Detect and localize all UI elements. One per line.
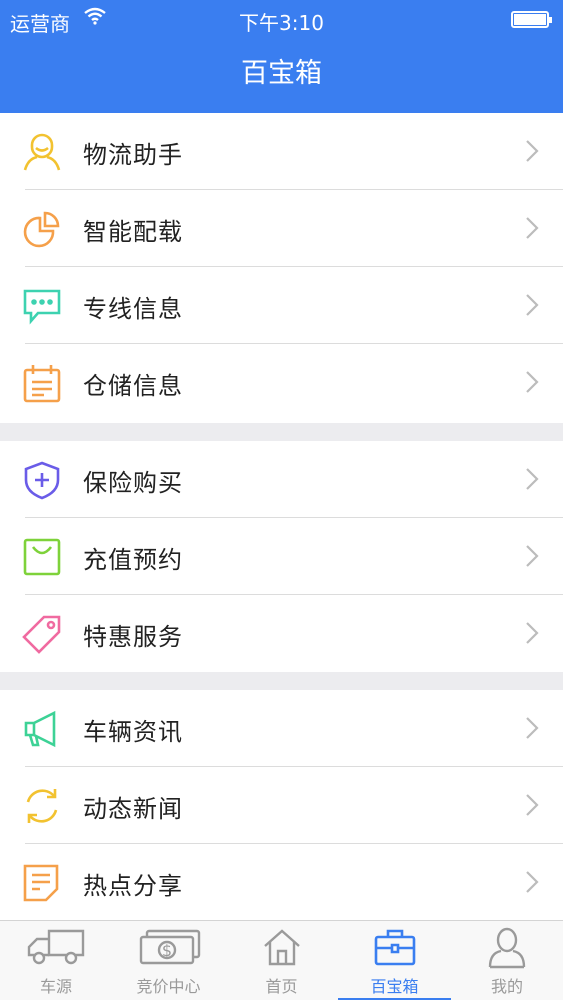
clock: 下午3:10 (239, 11, 324, 35)
tab-bidding-center[interactable]: $ 竞价中心 (112, 921, 225, 1000)
menu-item-label: 智能配载 (83, 218, 183, 246)
user-icon (487, 927, 527, 973)
tab-bar: 车源 $ 竞价中心 首页 百宝箱 我的 (0, 920, 563, 1000)
menu-item-insurance[interactable]: 保险购买 (0, 441, 563, 518)
menu-item-news[interactable]: 动态新闻 (0, 767, 563, 844)
money-icon: $ (137, 927, 201, 971)
person-icon (22, 132, 62, 172)
chevron-right-icon (525, 293, 539, 317)
tab-car-source[interactable]: 车源 (0, 921, 112, 1000)
tab-label: 我的 (490, 977, 523, 996)
home-icon (262, 927, 302, 971)
chevron-right-icon (525, 544, 539, 568)
toolbox-icon (373, 927, 417, 971)
menu-item-line-info[interactable]: 专线信息 (0, 267, 563, 344)
chevron-right-icon (525, 467, 539, 491)
tab-home[interactable]: 首页 (225, 921, 338, 1000)
page-title: 百宝箱 (241, 58, 322, 89)
truck-icon (25, 927, 87, 971)
chevron-right-icon (525, 621, 539, 645)
tag-icon (22, 614, 62, 654)
chevron-right-icon (525, 370, 539, 394)
menu-item-label: 保险购买 (83, 469, 183, 497)
menu-item-vehicle-info[interactable]: 车辆资讯 (0, 690, 563, 767)
menu-item-label: 充值预约 (83, 546, 183, 574)
pie-chart-icon (22, 209, 62, 249)
menu-section-tools: 物流助手 智能配载 专线信息 仓储信息 (0, 113, 563, 423)
tab-label: 首页 (265, 977, 298, 996)
menu-item-smart-loading[interactable]: 智能配载 (0, 190, 563, 267)
battery-icon (511, 11, 552, 28)
tab-mine[interactable]: 我的 (451, 921, 563, 1000)
menu-item-label: 动态新闻 (83, 795, 183, 823)
navigation-bar: 百宝箱 (0, 40, 563, 113)
tab-toolbox[interactable]: 百宝箱 (338, 921, 451, 1000)
chevron-right-icon (525, 793, 539, 817)
status-bar: 运营商 下午3:10 (0, 0, 563, 40)
menu-item-label: 仓储信息 (83, 372, 183, 400)
menu-section-services: 保险购买 充值预约 特惠服务 (0, 441, 563, 672)
shopping-bag-icon (22, 537, 62, 577)
tab-label: 竞价中心 (136, 977, 201, 996)
tab-label: 百宝箱 (370, 977, 419, 996)
menu-item-label: 物流助手 (83, 141, 183, 169)
menu-item-label: 热点分享 (83, 872, 183, 900)
menu-item-label: 专线信息 (83, 295, 183, 323)
menu-item-hot-share[interactable]: 热点分享 (0, 844, 563, 921)
calendar-icon (22, 363, 62, 403)
menu-item-label: 特惠服务 (83, 623, 183, 651)
note-edit-icon (22, 863, 62, 903)
menu-item-warehouse-info[interactable]: 仓储信息 (0, 344, 563, 421)
menu-section-news: 车辆资讯 动态新闻 热点分享 (0, 690, 563, 920)
menu-item-logistics-assistant[interactable]: 物流助手 (0, 113, 563, 190)
tab-label: 车源 (39, 977, 72, 996)
chat-bubble-icon (22, 286, 62, 326)
chevron-right-icon (525, 716, 539, 740)
menu-item-discount[interactable]: 特惠服务 (0, 595, 563, 672)
menu-item-label: 车辆资讯 (83, 718, 183, 746)
chevron-right-icon (525, 870, 539, 894)
chevron-right-icon (525, 139, 539, 163)
megaphone-icon (22, 709, 62, 749)
shield-plus-icon (22, 460, 62, 500)
menu-item-recharge[interactable]: 充值预约 (0, 518, 563, 595)
refresh-icon (22, 786, 62, 826)
chevron-right-icon (525, 216, 539, 240)
